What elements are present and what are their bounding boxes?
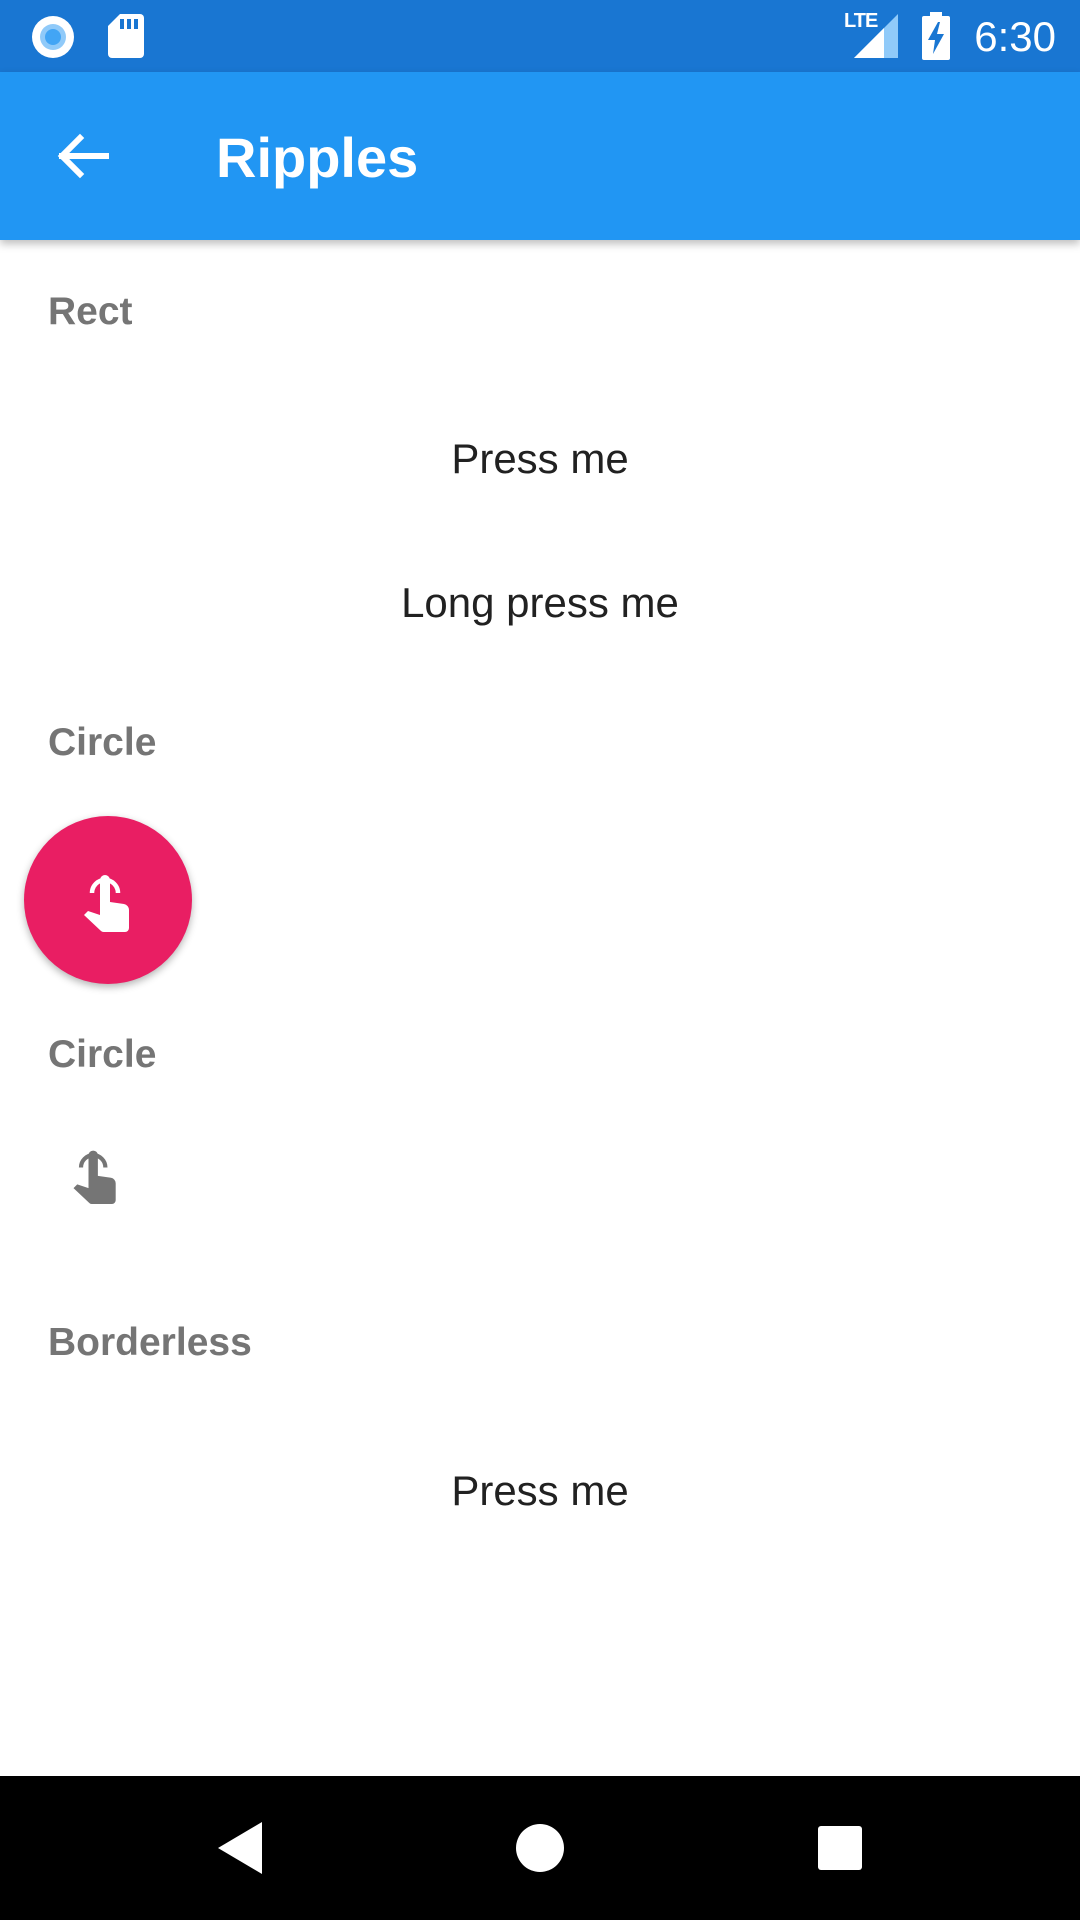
back-button[interactable] xyxy=(40,114,124,198)
app-bar: Ripples xyxy=(0,72,1080,240)
battery-charging-icon xyxy=(922,12,950,60)
nav-recents-button[interactable] xyxy=(804,1812,876,1884)
rect-long-press-button[interactable]: Long press me xyxy=(0,531,1080,675)
sd-card-icon xyxy=(108,14,144,58)
nav-recents-icon xyxy=(818,1826,862,1870)
nav-home-icon xyxy=(516,1824,564,1872)
section-label-rect: Rect xyxy=(48,290,133,333)
touch-icon xyxy=(73,1150,116,1205)
section-label-circle-2: Circle xyxy=(48,1033,157,1076)
section-label-circle: Circle xyxy=(48,721,157,764)
nav-back-button[interactable] xyxy=(204,1812,276,1884)
navigation-bar xyxy=(0,1776,1080,1920)
circle-icon-button[interactable] xyxy=(48,1124,144,1220)
ripples-list: Rect Press me Long press me Circle Circl… xyxy=(0,240,1080,1776)
radio-icon xyxy=(32,16,74,58)
status-time: 6:30 xyxy=(974,13,1056,60)
lte-signal-icon xyxy=(854,14,898,58)
page-title: Ripples xyxy=(216,126,419,189)
nav-back-icon xyxy=(218,1822,262,1874)
nav-home-button[interactable] xyxy=(504,1812,576,1884)
section-label-borderless: Borderless xyxy=(48,1321,252,1364)
touch-icon xyxy=(84,875,130,933)
borderless-press-button[interactable]: Press me xyxy=(0,1419,1080,1563)
arrow-back-icon xyxy=(57,133,109,179)
rect-press-button[interactable]: Press me xyxy=(0,387,1080,531)
status-bar: LTE 6:30 xyxy=(0,0,1080,72)
circle-fab-button[interactable] xyxy=(24,816,192,984)
